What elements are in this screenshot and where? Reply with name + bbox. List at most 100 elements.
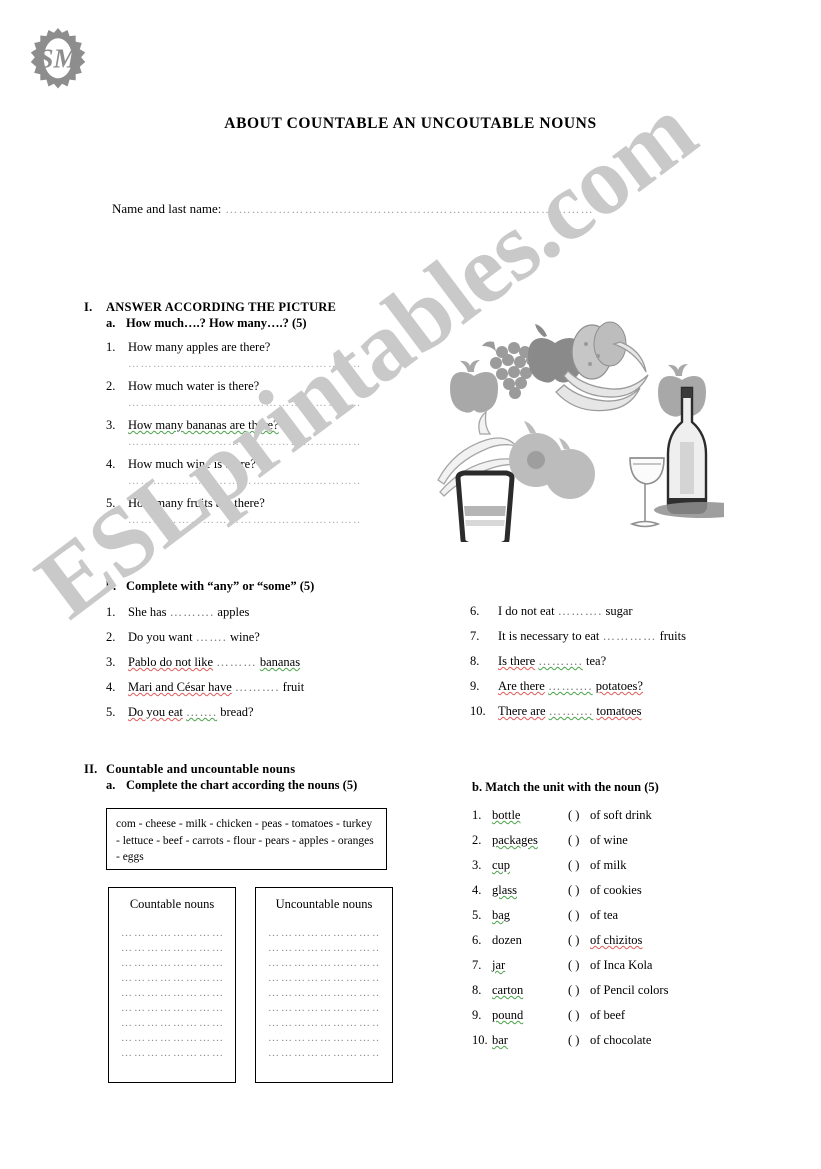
answer-blank-line[interactable]: ………………………… (268, 941, 380, 956)
name-field-blank[interactable]: …………………….....….…………………………………………… (225, 202, 692, 217)
list-item: 6. dozen ( ) of chizitos (472, 933, 792, 948)
answer-blank-line[interactable]: ………………………… (121, 1016, 223, 1031)
section-1: I. ANSWER ACCORDING THE PICTURE a. How muc… (84, 300, 464, 535)
answer-blank-line[interactable]: ………………………… (268, 1046, 380, 1061)
noun-label: of chizitos (590, 933, 643, 947)
list-item: 4. glass ( ) of cookies (472, 883, 792, 898)
item-number: 3. (472, 858, 482, 872)
section-1a-heading: a. How much….? How many….? (5) (84, 316, 464, 331)
answer-blank-line[interactable]: ………………………… (268, 986, 380, 1001)
noun-label: of milk (590, 858, 627, 872)
match-answer-slot[interactable]: ( ) (568, 883, 590, 898)
answer-blank-line[interactable]: ………………………… (268, 956, 380, 971)
uncountable-answer-lines[interactable]: ………………………… ………………………… ………………………… …………………… (256, 926, 392, 1061)
match-answer-slot[interactable]: ( ) (568, 958, 590, 973)
item-blank[interactable]: ………. (548, 679, 593, 693)
noun-label: of Inca Kola (590, 958, 653, 972)
answer-blank[interactable]: ………………………………………………………………… (128, 359, 361, 369)
item-blank[interactable]: ………. (235, 680, 280, 694)
glass-of-water-icon (455, 470, 515, 549)
countable-nouns-title: Countable nouns (129, 897, 215, 911)
item-number: 1. (106, 605, 116, 619)
item-blank[interactable]: ………. (549, 704, 594, 718)
answer-blank-line[interactable]: ………………………… (268, 926, 380, 941)
answer-blank-line[interactable]: ………………………… (121, 956, 223, 971)
list-item: 10. bar ( ) of chocolate (472, 1033, 792, 1048)
item-blank[interactable]: ……… (216, 655, 257, 669)
list-item: 1. How many apples are there? (84, 340, 464, 355)
answer-blank[interactable]: ………………………………………………………………… (128, 398, 361, 408)
item-suffix: fruits (659, 629, 686, 643)
list-item: 3. cup ( ) of milk (472, 858, 792, 873)
item-number: 6. (472, 933, 482, 947)
noun-label: of beef (590, 1008, 626, 1022)
list-item: 4. How much wine is there? (84, 457, 464, 472)
item-text: How many apples are there? (128, 340, 271, 354)
answer-blank-line[interactable]: ………………………… (121, 986, 223, 1001)
word-bank-text: com - cheese - milk - chicken - peas - t… (116, 818, 374, 864)
item-prefix: Do you eat (128, 705, 183, 719)
noun-label: of cookies (590, 883, 642, 897)
match-answer-slot[interactable]: ( ) (568, 908, 590, 923)
section-1b-title: Complete with “any” or “some” (5) (126, 579, 315, 593)
answer-blank-line[interactable]: ………………………… (121, 1046, 223, 1061)
list-item: 1. She has ………. apples (84, 605, 484, 620)
item-blank[interactable]: ………… (602, 629, 656, 643)
unit-label: bottle (492, 808, 521, 822)
answer-blank[interactable]: ………………………………………………………………… (128, 515, 361, 525)
match-list: 1. bottle ( ) of soft drink 2. packages … (472, 808, 792, 1048)
list-item: 10. There are ………. tomatoes (470, 704, 800, 719)
gear-logo-icon: SM (30, 28, 86, 89)
section-1a-letter: a. (106, 316, 116, 330)
any-some-left-list: 1. She has ………. apples 2. Do you want ……… (84, 605, 484, 720)
item-blank[interactable]: ………. (538, 654, 583, 668)
match-answer-slot[interactable]: ( ) (568, 983, 590, 998)
item-prefix: I do not eat (498, 604, 555, 618)
item-blank[interactable]: ………. (170, 605, 215, 619)
list-item: 3. Pablo do not like ……… bananas (84, 655, 484, 670)
countable-nouns-box: Countable nouns ………………………… ………………………… ……… (108, 887, 236, 1083)
section-2-numeral: II. (84, 762, 98, 776)
answer-blank-line[interactable]: ………………………… (121, 941, 223, 956)
item-number: 1. (106, 340, 116, 354)
countable-answer-lines[interactable]: ………………………… ………………………… ………………………… …………………… (109, 926, 235, 1061)
item-blank[interactable]: ……. (186, 705, 217, 719)
item-number: 10. (472, 1033, 488, 1047)
match-answer-slot[interactable]: ( ) (568, 1033, 590, 1048)
item-number: 3. (106, 655, 116, 669)
item-suffix: tomatoes (596, 704, 642, 718)
match-answer-slot[interactable]: ( ) (568, 858, 590, 873)
answer-blank-line[interactable]: ………………………… (268, 971, 380, 986)
uncountable-nouns-box: Uncountable nouns ………………………… ………………………… … (255, 887, 393, 1083)
item-number: 10. (470, 704, 486, 718)
match-answer-slot[interactable]: ( ) (568, 808, 590, 823)
match-answer-slot[interactable]: ( ) (568, 1008, 590, 1023)
answer-blank[interactable]: ………………………………………………………………… (128, 476, 361, 486)
page-title: ABOUT COUNTABLE AN UNCOUTABLE NOUNS (224, 115, 597, 132)
item-blank[interactable]: ………. (558, 604, 603, 618)
section-2-title: Countable and uncountable nouns (106, 762, 296, 776)
answer-blank-line[interactable]: ………………………… (268, 1016, 380, 1031)
section-1b-letter: b. (106, 579, 117, 593)
svg-text:SM: SM (38, 43, 78, 73)
item-blank[interactable]: ……. (196, 630, 227, 644)
noun-label: of tea (590, 908, 619, 922)
item-number: 2. (106, 379, 116, 393)
answer-blank[interactable]: ………………………………………………………………… (128, 437, 361, 447)
answer-blank-line[interactable]: ………………………… (121, 926, 223, 941)
match-answer-slot[interactable]: ( ) (568, 933, 590, 948)
list-item: 6. I do not eat ………. sugar (470, 604, 800, 619)
noun-label: of chocolate (590, 1033, 652, 1047)
section-1b: b. Complete with “any” or “some” (5) 1. S… (84, 578, 484, 730)
answer-blank-line[interactable]: ………………………… (268, 1001, 380, 1016)
answer-blank-line[interactable]: ………………………… (121, 971, 223, 986)
item-text: How much wine is there? (128, 457, 256, 471)
answer-blank-line[interactable]: ………………………… (268, 1031, 380, 1046)
answer-blank-line[interactable]: ………………………… (121, 1031, 223, 1046)
answer-blank-line[interactable]: ………………………… (121, 1001, 223, 1016)
match-answer-slot[interactable]: ( ) (568, 833, 590, 848)
section-2a-heading: a. Complete the chart according the nouns… (84, 778, 414, 793)
unit-label: packages (492, 833, 538, 847)
item-number: 9. (470, 679, 480, 693)
list-item: 2. packages ( ) of wine (472, 833, 792, 848)
